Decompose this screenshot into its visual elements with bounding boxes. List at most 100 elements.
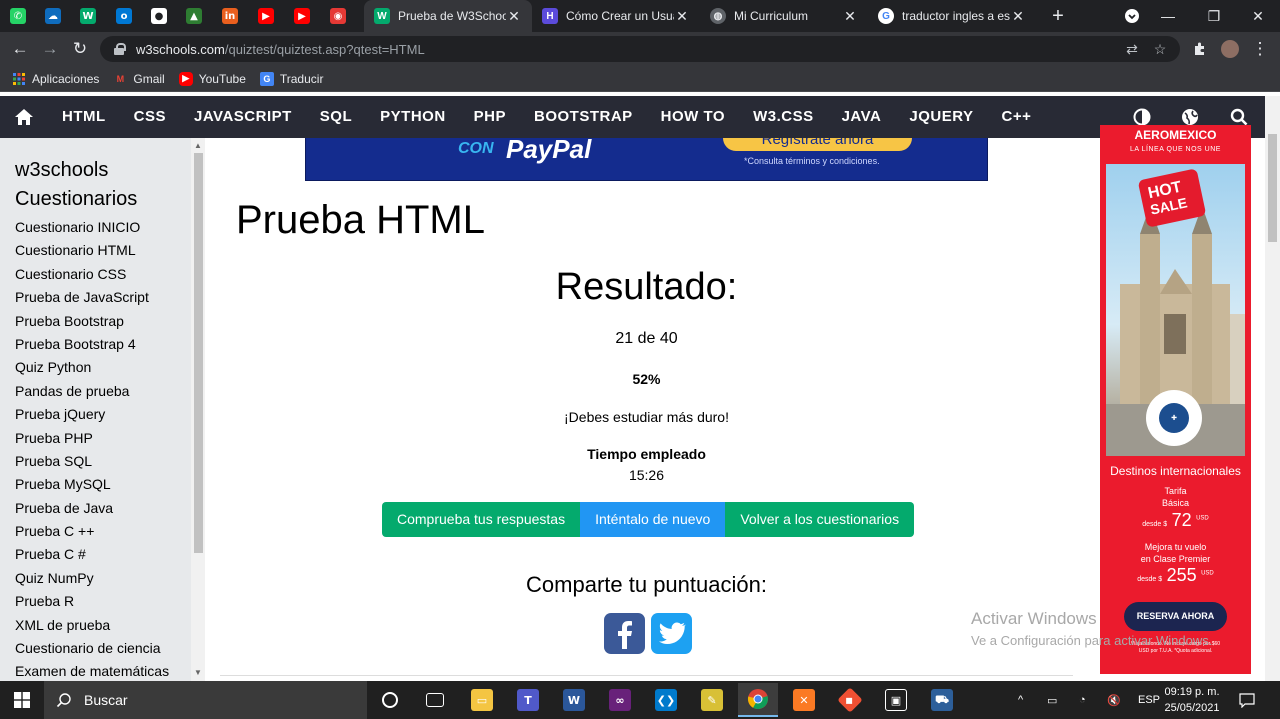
- forward-button[interactable]: →: [38, 37, 62, 61]
- restore-button[interactable]: ❐: [1198, 4, 1230, 28]
- scroll-up-icon[interactable]: ▲: [194, 141, 202, 150]
- bookmark-youtube[interactable]: ▶ YouTube: [178, 71, 246, 86]
- chrome-icon[interactable]: [738, 683, 778, 717]
- sidebar-item[interactable]: Prueba PHP: [15, 427, 169, 450]
- sticky-app-icon[interactable]: ✎: [697, 685, 727, 715]
- aeromexico-ad[interactable]: AEROMEXICO LA LÍNEA QUE NOS UNE HOT SALE…: [1100, 125, 1251, 674]
- notifications-icon[interactable]: [1239, 681, 1259, 719]
- close-tab-icon[interactable]: ✕: [842, 8, 858, 25]
- pinned-tab-github[interactable]: ●: [143, 4, 175, 28]
- sidebar-item[interactable]: Prueba R: [15, 590, 169, 613]
- w3nav-link-jquery[interactable]: JQUERY: [895, 96, 987, 138]
- teams-icon[interactable]: T: [513, 685, 543, 715]
- translate-icon[interactable]: ⇄: [1122, 36, 1142, 62]
- close-tab-icon[interactable]: ✕: [1010, 8, 1026, 25]
- sidebar-item[interactable]: Cuestionario CSS: [15, 263, 169, 286]
- sidebar-item[interactable]: XML de prueba: [15, 614, 169, 637]
- cortana-icon[interactable]: [375, 685, 405, 715]
- sidebar-item[interactable]: Prueba MySQL: [15, 473, 169, 496]
- sidebar-item[interactable]: Prueba C ++: [15, 520, 169, 543]
- profile-avatar[interactable]: [1218, 37, 1242, 61]
- sidebar-item[interactable]: Prueba Bootstrap 4: [15, 333, 169, 356]
- vscode-icon[interactable]: ❮❯: [651, 685, 681, 715]
- pinned-tab-app[interactable]: ▲: [178, 4, 210, 28]
- close-window-button[interactable]: ✕: [1242, 4, 1274, 28]
- bookmark-traducir[interactable]: G Traducir: [259, 71, 323, 86]
- back-button[interactable]: ←: [8, 37, 32, 61]
- sidebar-item[interactable]: Prueba de JavaScript: [15, 286, 169, 309]
- sidebar-item[interactable]: Prueba jQuery: [15, 403, 169, 426]
- tab-traductor[interactable]: G traductor ingles a español ✕: [868, 0, 1036, 32]
- sidebar-item[interactable]: Prueba SQL: [15, 450, 169, 473]
- w3nav-link-java[interactable]: JAVA: [828, 96, 896, 138]
- bookmark-star-icon[interactable]: ☆: [1150, 36, 1170, 62]
- w3nav-link-python[interactable]: PYTHON: [366, 96, 460, 138]
- home-icon[interactable]: [0, 96, 48, 138]
- w3nav-link-css[interactable]: CSS: [120, 96, 180, 138]
- reload-button[interactable]: ↻: [68, 37, 92, 61]
- sidebar-item[interactable]: Prueba de Java: [15, 497, 169, 520]
- w3nav-link-how-to[interactable]: HOW TO: [647, 96, 739, 138]
- tray-chevron-up-icon[interactable]: ^: [1018, 681, 1034, 719]
- sidebar-item[interactable]: Cuestionario de ciencia: [15, 637, 169, 660]
- task-view-icon[interactable]: [420, 685, 450, 715]
- tab-w3schools[interactable]: W Prueba de W3Schools ✕: [364, 0, 532, 32]
- page-scrollbar[interactable]: [1265, 96, 1280, 681]
- back-to-quizzes-button[interactable]: Volver a los cuestionarios: [725, 502, 915, 537]
- sidebar-item[interactable]: Prueba Bootstrap: [15, 310, 169, 333]
- tab-mi-curriculum[interactable]: ◍ Mi Curriculum ✕: [700, 0, 868, 32]
- bookmark-gmail[interactable]: M Gmail: [113, 72, 165, 86]
- facebook-icon[interactable]: [604, 613, 645, 654]
- language-indicator[interactable]: ESP: [1138, 681, 1160, 719]
- pinned-tab-w3[interactable]: W: [72, 4, 104, 28]
- sidebar-item[interactable]: Examen de matemáticas: [15, 660, 169, 681]
- minimize-button[interactable]: —: [1152, 4, 1184, 28]
- ad-register-button[interactable]: Regístrate ahora: [723, 138, 912, 151]
- pinned-tab-youtube-1[interactable]: ▶: [250, 4, 282, 28]
- sidebar-item[interactable]: Quiz NumPy: [15, 567, 169, 590]
- tab-crear-usuario[interactable]: H Cómo Crear un Usuario ✕: [532, 0, 700, 32]
- pinned-tab-onedrive[interactable]: ☁: [37, 4, 69, 28]
- menu-kebab-icon[interactable]: ⋮: [1248, 37, 1272, 61]
- w3nav-link-php[interactable]: PHP: [460, 96, 520, 138]
- git-icon[interactable]: ◆: [835, 685, 865, 715]
- pinned-tab-whatsapp[interactable]: ✆: [2, 4, 34, 28]
- sidebar-item[interactable]: Pandas de prueba: [15, 380, 169, 403]
- address-bar[interactable]: w3schools.com/quiztest/quiztest.asp?qtes…: [100, 36, 1180, 62]
- paypal-ad-banner[interactable]: CON PayPal Regístrate ahora *Consulta té…: [305, 138, 988, 181]
- word-icon[interactable]: W: [559, 685, 589, 715]
- wifi-icon[interactable]: ◔: [1079, 681, 1097, 719]
- reserva-ahora-button[interactable]: RESERVA AHORA: [1124, 602, 1227, 631]
- close-tab-icon[interactable]: ✕: [506, 8, 522, 25]
- pinned-tab-outlook[interactable]: o: [108, 4, 140, 28]
- workbench-icon[interactable]: ⛟: [927, 685, 957, 715]
- w3nav-link-c++[interactable]: C++: [988, 96, 1046, 138]
- tab-search-button[interactable]: [1116, 4, 1148, 28]
- taskbar-clock[interactable]: 09:19 p. m. 25/05/2021: [1161, 684, 1223, 716]
- new-tab-button[interactable]: +: [1046, 4, 1070, 28]
- visual-studio-icon[interactable]: ∞: [605, 685, 635, 715]
- file-explorer-icon[interactable]: ▭: [467, 685, 497, 715]
- scrollbar-thumb[interactable]: [1268, 134, 1277, 242]
- w3nav-link-sql[interactable]: SQL: [306, 96, 366, 138]
- bookmark-apps[interactable]: Aplicaciones: [12, 72, 99, 86]
- sidebar-item[interactable]: Cuestionario INICIO: [15, 216, 169, 239]
- extensions-icon[interactable]: [1188, 37, 1212, 61]
- scroll-down-icon[interactable]: ▼: [194, 668, 202, 677]
- check-answers-button[interactable]: Comprueba tus respuestas: [382, 502, 581, 537]
- close-tab-icon[interactable]: ✕: [674, 8, 690, 25]
- taskbar-search-box[interactable]: Buscar: [44, 681, 367, 719]
- battery-icon[interactable]: ▭: [1047, 681, 1065, 719]
- w3nav-link-bootstrap[interactable]: BOOTSTRAP: [520, 96, 647, 138]
- xampp-icon[interactable]: ✕: [789, 685, 819, 715]
- pinned-tab-linkedin-learning[interactable]: in: [214, 4, 246, 28]
- volume-icon[interactable]: 🔇: [1107, 681, 1125, 719]
- pinned-tab-youtube-2[interactable]: ▶: [286, 4, 318, 28]
- w3nav-link-w3-css[interactable]: W3.CSS: [739, 96, 828, 138]
- pinned-tab-recorder[interactable]: ◉: [322, 4, 354, 28]
- retry-button[interactable]: Inténtalo de nuevo: [580, 502, 726, 537]
- twitter-icon[interactable]: [651, 613, 692, 654]
- sidebar-scrollbar[interactable]: ▲ ▼: [191, 138, 205, 681]
- windows-start-button[interactable]: [0, 681, 44, 719]
- sidebar-item[interactable]: Prueba C #: [15, 543, 169, 566]
